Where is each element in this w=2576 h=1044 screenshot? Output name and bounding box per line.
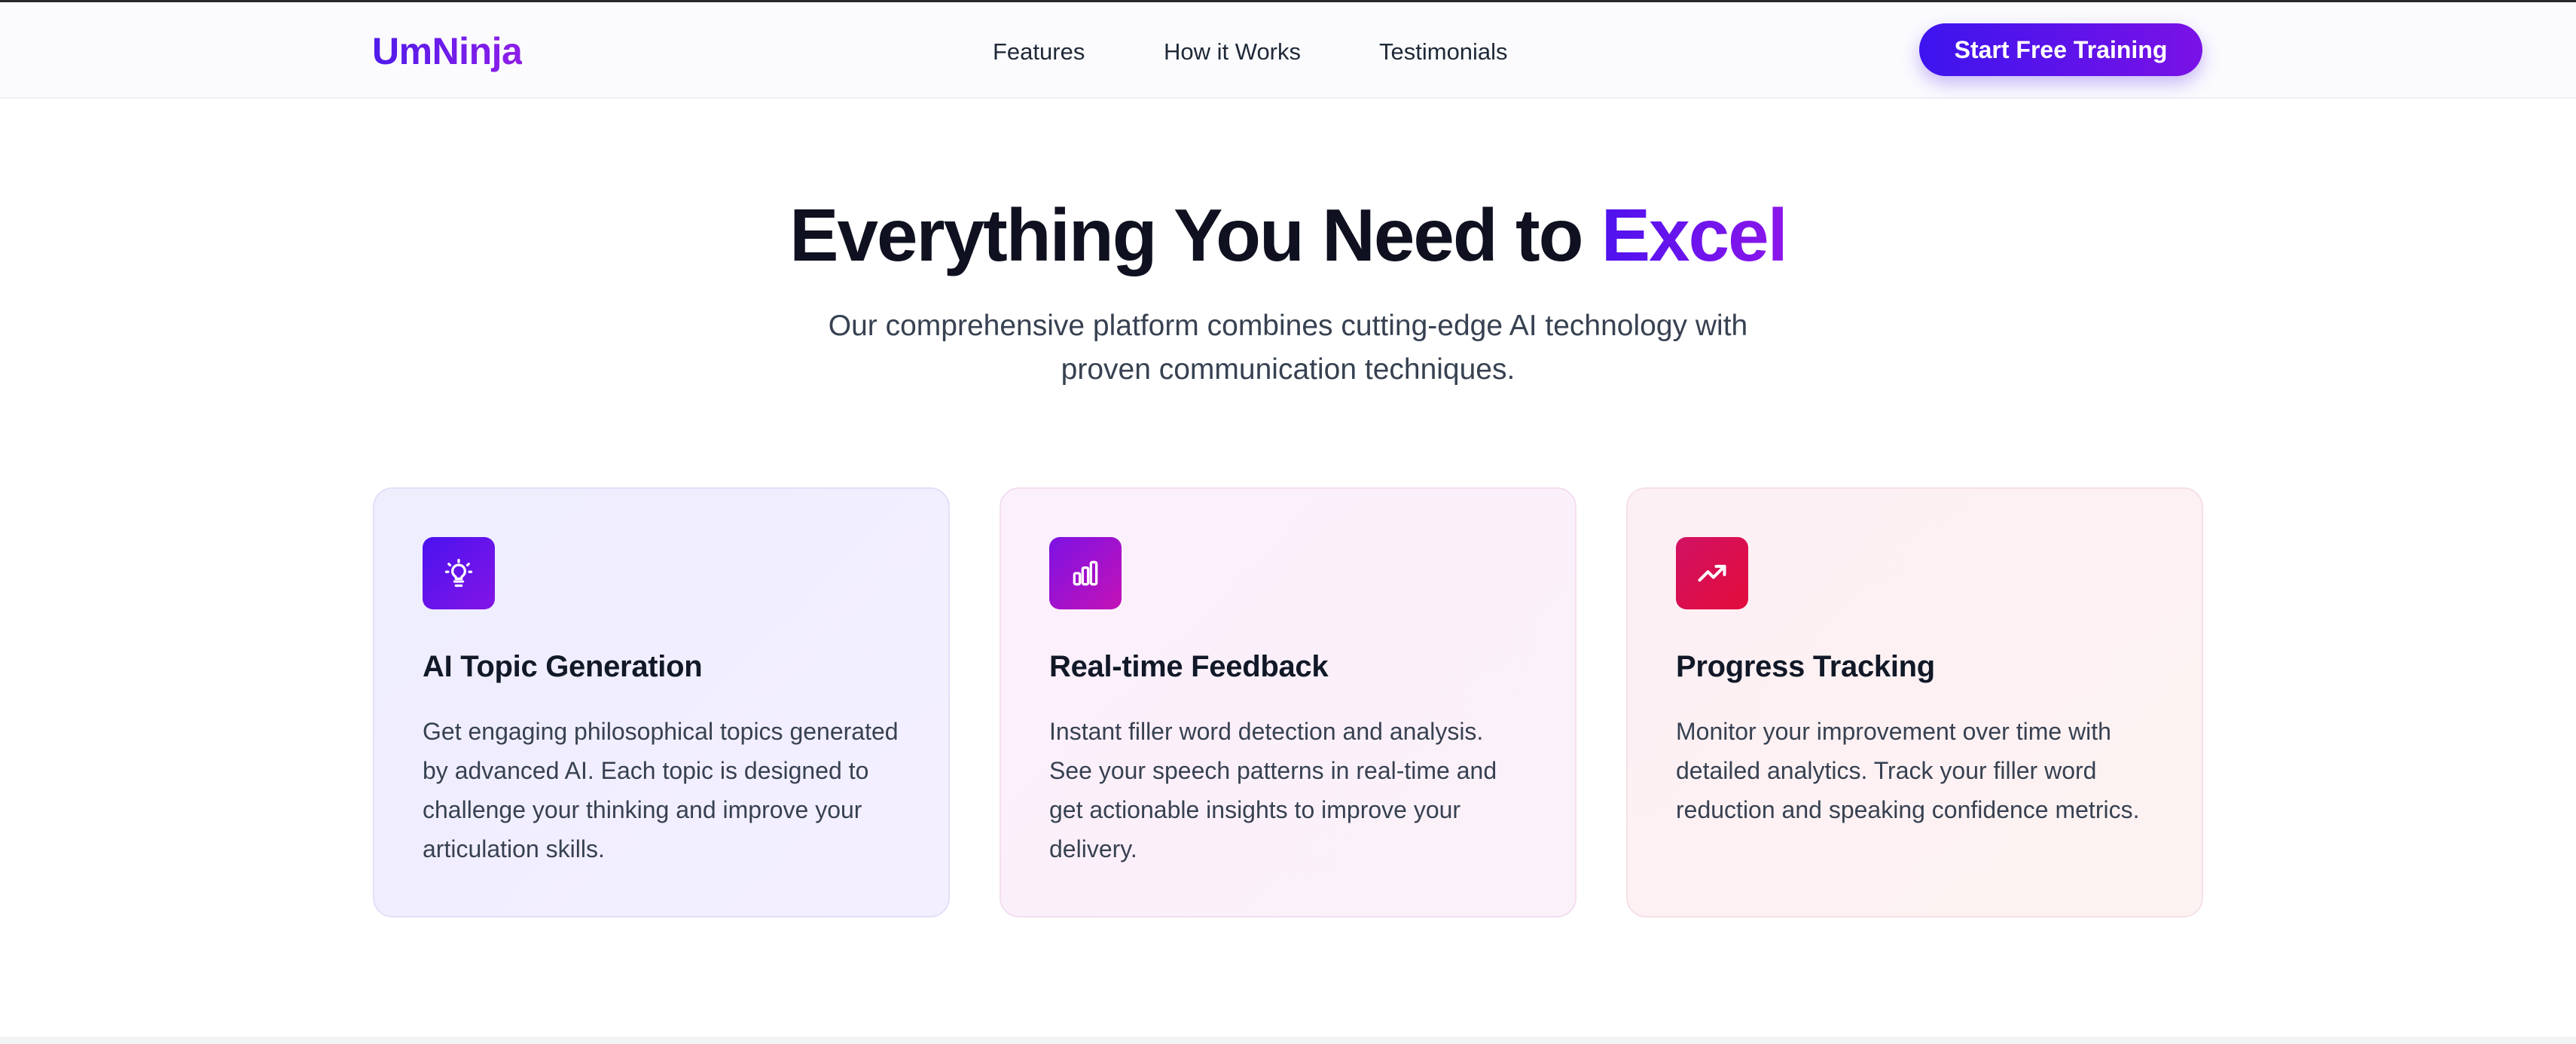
feature-title: Progress Tracking (1676, 650, 1935, 683)
section-subtitle: Our comprehensive platform combines cutt… (828, 310, 1748, 386)
lightbulb-icon (423, 537, 495, 609)
feature-description: Instant filler word detection and analys… (1049, 718, 1497, 862)
section-title-main: Everything You Need to (789, 194, 1601, 276)
start-free-training-button[interactable]: Start Free Training (1919, 23, 2202, 76)
nav-link-how-it-works[interactable]: How it Works (1164, 35, 1301, 69)
feature-card-ai-topic-generation: AI Topic Generation Get engaging philoso… (373, 487, 950, 917)
feature-title: Real-time Feedback (1049, 650, 1329, 683)
section-title-accent: Excel (1601, 194, 1788, 276)
trending-up-icon (1676, 537, 1748, 609)
section-title: Everything You Need to Excel (0, 190, 2576, 280)
section-bottom-divider (0, 1036, 2576, 1044)
navbar: UmNinja Features How it Works Testimonia… (0, 2, 2576, 99)
nav-link-features[interactable]: Features (993, 35, 1085, 69)
feature-description: Get engaging philosophical topics genera… (423, 718, 899, 862)
feature-title: AI Topic Generation (423, 650, 703, 683)
feature-card-progress-tracking: Progress Tracking Monitor your improveme… (1626, 487, 2203, 917)
bar-chart-icon (1049, 537, 1122, 609)
nav-link-testimonials[interactable]: Testimonials (1379, 35, 1508, 69)
feature-description: Monitor your improvement over time with … (1676, 718, 2140, 823)
feature-card-real-time-feedback: Real-time Feedback Instant filler word d… (1000, 487, 1576, 917)
